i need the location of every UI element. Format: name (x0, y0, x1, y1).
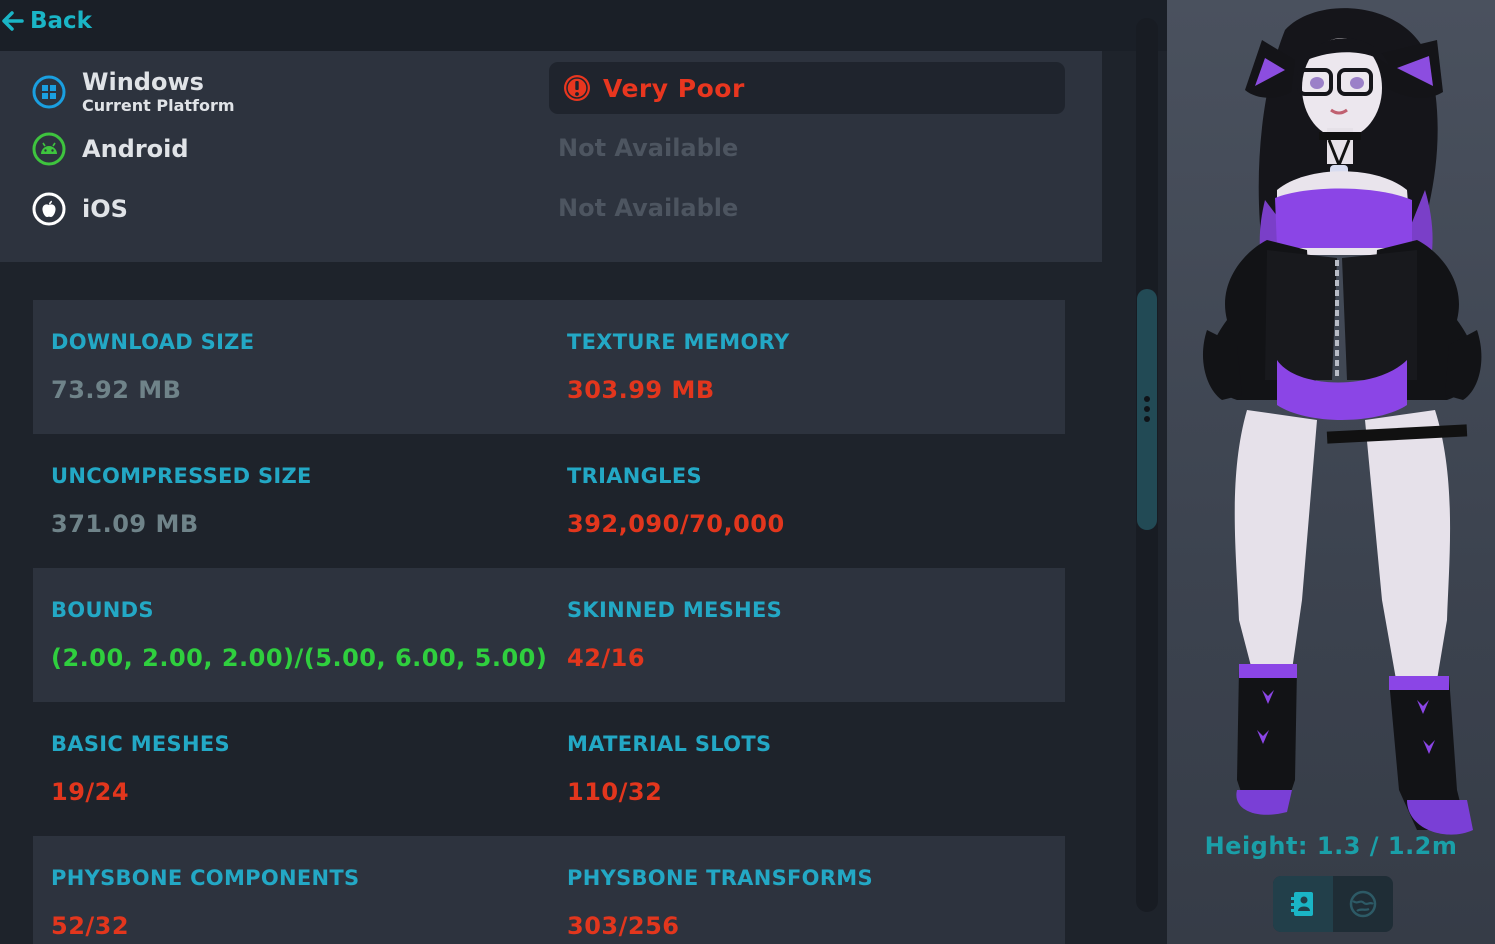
stat-row: DOWNLOAD SIZE 73.92 MB TEXTURE MEMORY 30… (33, 300, 1065, 434)
stat-label: DOWNLOAD SIZE (51, 330, 255, 354)
performance-rating-badge: Very Poor (549, 62, 1065, 114)
platform-name: Android (82, 135, 189, 163)
platform-name: iOS (82, 195, 128, 223)
stat-value: 73.92 MB (51, 376, 182, 404)
stat-value: 392,090/70,000 (567, 510, 785, 538)
avatar-details-icon (1291, 892, 1313, 916)
stat-value: 19/24 (51, 778, 130, 806)
windows-icon (32, 75, 66, 109)
platform-subtitle: Current Platform (82, 96, 235, 115)
android-icon (32, 132, 66, 166)
platform-status: Not Available (558, 194, 739, 222)
stat-label: PHYSBONE TRANSFORMS (567, 866, 873, 890)
stat-row: PHYSBONE COMPONENTS 52/32 PHYSBONE TRANS… (33, 836, 1065, 944)
back-label: Back (30, 8, 92, 34)
drag-handle-icon[interactable] (1144, 396, 1150, 422)
globe-icon (1349, 890, 1377, 918)
platform-row-windows[interactable]: Windows Current Platform (32, 68, 235, 116)
platform-row-android[interactable]: Android (32, 132, 189, 166)
stat-label: MATERIAL SLOTS (567, 732, 772, 756)
stat-value: 110/32 (567, 778, 663, 806)
avatar-model-image (1202, 8, 1482, 835)
platform-status: Not Available (558, 134, 739, 162)
arrow-left-icon (2, 11, 24, 31)
avatar-height-label: Height: 1.3 / 1.2m (1204, 832, 1458, 860)
back-button[interactable]: Back (0, 6, 92, 36)
stat-value: 42/16 (567, 644, 646, 672)
avatar-details-button[interactable] (1273, 876, 1333, 932)
top-bar: Back (0, 0, 1167, 51)
stat-row: BASIC MESHES 19/24 MATERIAL SLOTS 110/32 (33, 702, 1065, 836)
stat-value: 371.09 MB (51, 510, 199, 538)
stat-label: PHYSBONE COMPONENTS (51, 866, 360, 890)
stat-label: BOUNDS (51, 598, 154, 622)
preview-mode-toggle (1273, 876, 1393, 932)
platform-name: Windows (82, 68, 204, 96)
stat-label: TRIANGLES (567, 464, 702, 488)
platform-row-ios[interactable]: iOS (32, 192, 128, 226)
platform-panel: Windows Current Platform Very Poor Andro… (0, 51, 1102, 262)
apple-icon (32, 192, 66, 226)
stat-row: BOUNDS (2.00, 2.00, 2.00)/(5.00, 6.00, 5… (33, 568, 1065, 702)
stat-value: (2.00, 2.00, 2.00)/(5.00, 6.00, 5.00) (51, 644, 548, 672)
stat-label: SKINNED MESHES (567, 598, 783, 622)
stat-label: UNCOMPRESSED SIZE (51, 464, 312, 488)
alert-icon (564, 75, 590, 101)
world-view-button[interactable] (1333, 876, 1393, 932)
stat-row: UNCOMPRESSED SIZE 371.09 MB TRIANGLES 39… (33, 434, 1065, 568)
stat-label: TEXTURE MEMORY (567, 330, 790, 354)
stat-value: 303.99 MB (567, 376, 715, 404)
stat-label: BASIC MESHES (51, 732, 230, 756)
performance-stats-list: DOWNLOAD SIZE 73.92 MB TEXTURE MEMORY 30… (0, 262, 1102, 944)
stat-value: 52/32 (51, 912, 130, 940)
stat-value: 303/256 (567, 912, 680, 940)
avatar-preview-panel[interactable]: Height: 1.3 / 1.2m (1167, 0, 1495, 944)
rating-text: Very Poor (603, 73, 745, 103)
